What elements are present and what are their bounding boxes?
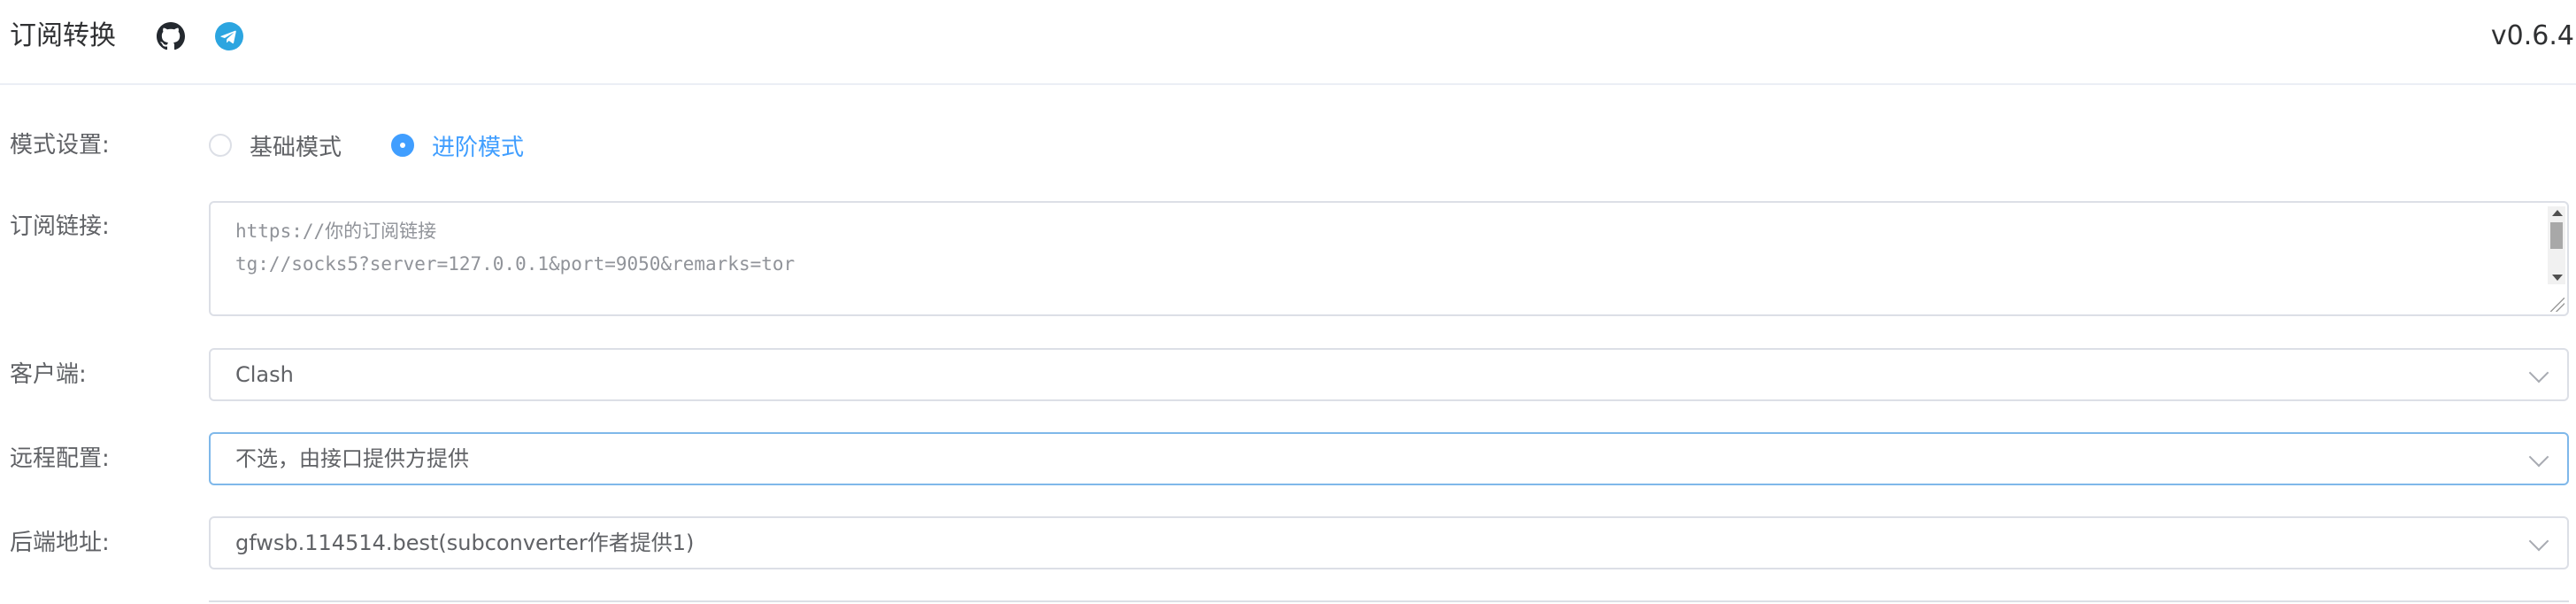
chevron-down-icon (2528, 530, 2549, 552)
client-label: 客户端: (10, 361, 87, 388)
radio-circle-checked[interactable] (391, 134, 414, 157)
scroll-thumb[interactable] (2550, 222, 2563, 249)
remote-config-select-value: 不选，由接口提供方提供 (235, 446, 469, 471)
textarea-scrollbar[interactable] (2548, 206, 2565, 284)
placeholder-line-1: https://你的订阅链接 (235, 221, 437, 242)
version-label: v0.6.4 (2490, 20, 2574, 51)
github-icon[interactable] (157, 22, 185, 50)
client-select[interactable]: Clash (209, 348, 2569, 401)
chevron-down-icon (2528, 362, 2549, 383)
app-header: 订阅转换 v0.6.4 (0, 0, 2576, 85)
app-title: 订阅转换 (10, 20, 116, 51)
resize-grip-icon[interactable] (2550, 298, 2564, 312)
remote-config-label: 远程配置: (10, 445, 110, 472)
backend-label: 后端地址: (10, 530, 110, 556)
scroll-down-arrow-icon[interactable] (2552, 275, 2563, 281)
telegram-icon[interactable] (215, 22, 243, 50)
radio-circle[interactable] (209, 134, 232, 157)
remote-config-select[interactable]: 不选，由接口提供方提供 (209, 432, 2569, 485)
textarea-placeholder: https://你的订阅链接 tg://socks5?server=127.0.0… (235, 215, 795, 281)
subscription-textarea[interactable]: https://你的订阅链接 tg://socks5?server=127.0.0… (209, 201, 2569, 316)
mode-label: 模式设置: (10, 132, 110, 159)
radio-advanced-mode[interactable]: 进阶模式 (391, 129, 524, 161)
radio-label-advanced: 进阶模式 (432, 134, 525, 161)
scroll-up-arrow-icon[interactable] (2552, 210, 2563, 216)
backend-select[interactable]: gfwsb.114514.best(subconverter作者提供1) (209, 516, 2569, 569)
next-field-border (209, 600, 2569, 604)
subscription-label: 订阅链接: (10, 213, 110, 240)
radio-label-basic: 基础模式 (250, 134, 342, 161)
backend-select-value: gfwsb.114514.best(subconverter作者提供1) (235, 530, 695, 555)
client-select-value: Clash (235, 362, 294, 387)
radio-basic-mode[interactable]: 基础模式 (209, 129, 342, 161)
chevron-down-icon (2528, 446, 2549, 468)
placeholder-line-2: tg://socks5?server=127.0.0.1&port=9050&r… (235, 253, 796, 275)
